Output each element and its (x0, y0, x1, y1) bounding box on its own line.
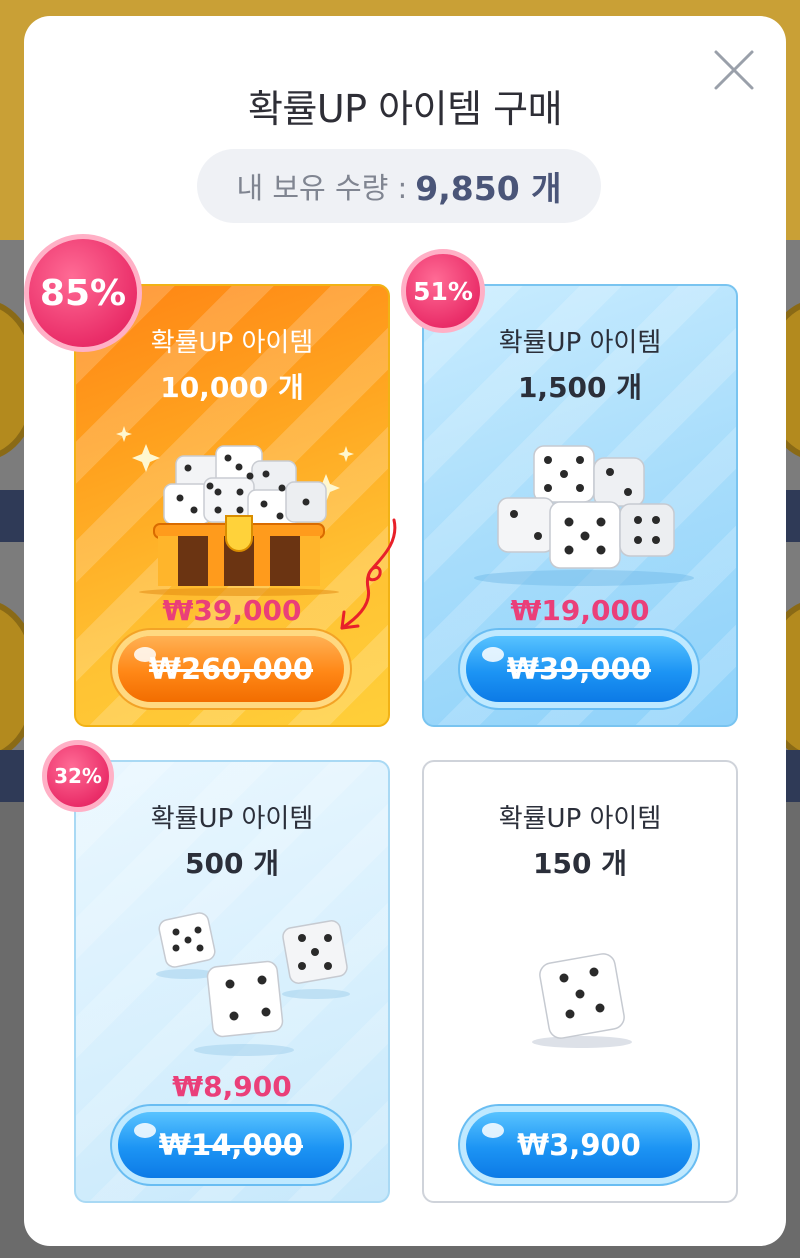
product-quantity: 500 개 (185, 847, 279, 880)
product-card-10000[interactable]: 확률UP 아이템 10,000 개 ₩39,000 ₩260,000 (74, 284, 390, 727)
sale-price: ₩39,000 (162, 594, 302, 627)
product-card-500[interactable]: 확률UP 아이템 500 개 ₩8,900 ₩14,000 (74, 760, 390, 1203)
discount-badge: 51% (401, 249, 485, 333)
modal-title: 확률UP 아이템 구매 (247, 87, 563, 131)
discount-badge: 85% (24, 234, 142, 352)
dice-pile-icon (474, 445, 694, 586)
product-name: 확률UP 아이템 (150, 804, 314, 834)
product-name: 확률UP 아이템 (498, 328, 662, 358)
button-shine (134, 647, 156, 662)
original-price: ₩14,000 (159, 1128, 303, 1162)
product-quantity: 1,500 개 (517, 371, 643, 404)
single-die-icon (532, 953, 632, 1048)
buy-button[interactable]: ₩14,000 (118, 1112, 344, 1178)
holdings-label: 내 보유 수량 : (236, 171, 408, 205)
product-quantity: 150 개 (533, 847, 627, 880)
sale-price: ₩8,900 (172, 1070, 292, 1103)
treasure-chest-dice-icon (116, 426, 354, 596)
product-card-1500[interactable]: 확률UP 아이템 1,500 개 ₩19,000 ₩39,000 (422, 284, 738, 727)
sale-price: ₩19,000 (510, 594, 650, 627)
price: ₩3,900 (517, 1128, 641, 1162)
buy-button[interactable]: ₩39,000 (466, 636, 692, 702)
original-price: ₩260,000 (148, 652, 314, 686)
product-quantity: 10,000 개 (160, 371, 304, 404)
buy-button[interactable]: ₩260,000 (118, 636, 344, 702)
product-name: 확률UP 아이템 (498, 804, 662, 834)
three-dice-icon (156, 912, 350, 1056)
product-card-150[interactable]: 확률UP 아이템 150 개 ₩3,900 (422, 760, 738, 1203)
discount-badge: 32% (42, 740, 114, 812)
purchase-modal: 확률UP 아이템 구매 내 보유 수량 : 9,850 개 확률UP 아이템 1… (24, 16, 786, 1246)
button-shine (134, 1123, 156, 1138)
button-shine (482, 1123, 504, 1138)
holdings-pill: 내 보유 수량 : 9,850 개 (197, 149, 601, 223)
button-shine (482, 647, 504, 662)
buy-button[interactable]: ₩3,900 (466, 1112, 692, 1178)
holdings-value: 9,850 개 (415, 169, 562, 208)
original-price: ₩39,000 (507, 652, 651, 686)
